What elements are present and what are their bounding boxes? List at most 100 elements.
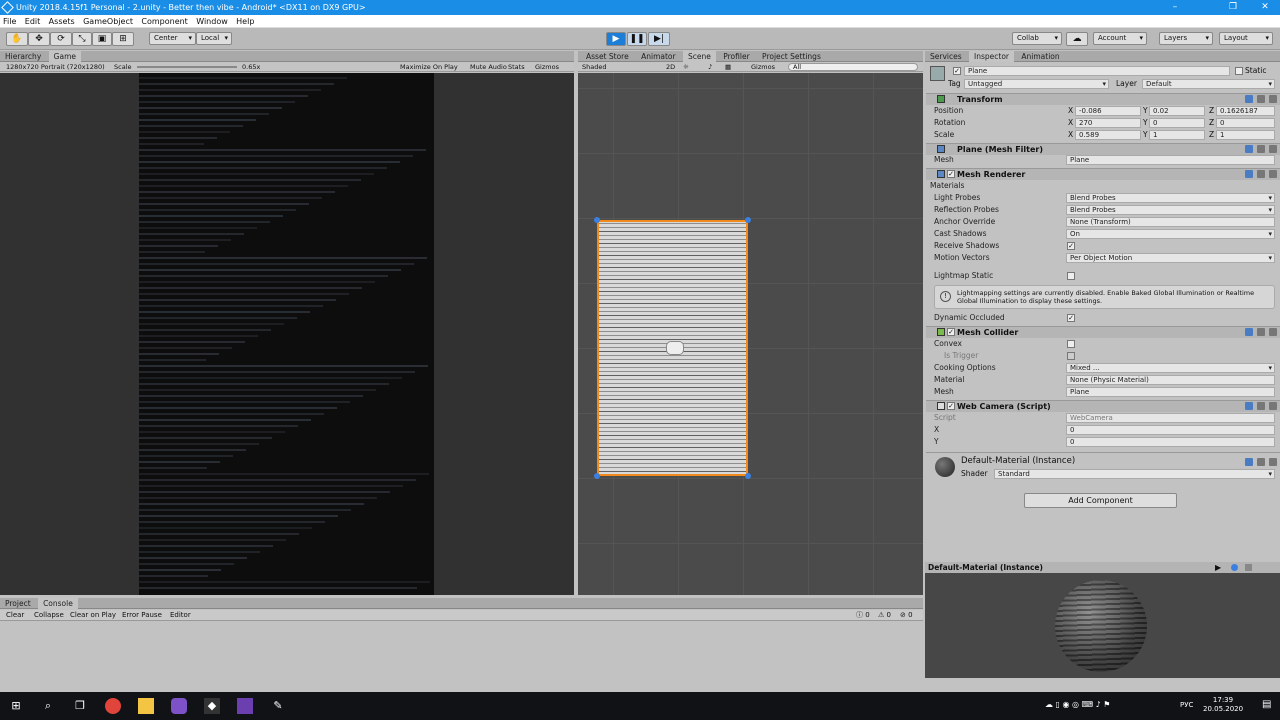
transform-scale-y[interactable]: 1	[1149, 130, 1205, 140]
menu-window[interactable]: Window	[193, 15, 231, 28]
unity-icon[interactable]: ◆	[204, 698, 220, 714]
search-icon[interactable]: ⌕	[40, 698, 56, 714]
shading-dropdown[interactable]: Shaded	[582, 62, 606, 72]
error-count[interactable]: ⊘ 0	[900, 610, 913, 621]
pivot-handle-icon[interactable]	[666, 341, 684, 355]
clear-on-play-button[interactable]: Clear on Play	[70, 610, 116, 621]
start-icon[interactable]: ⊞	[8, 698, 24, 714]
meshrenderer-enabled-checkbox[interactable]: ✓	[947, 170, 955, 178]
dynamic-occluded-checkbox[interactable]: ✓	[1067, 314, 1075, 322]
tag-dropdown[interactable]: Untagged	[964, 79, 1109, 89]
paint-icon[interactable]: ✎	[270, 698, 286, 714]
language-indicator[interactable]: РУС	[1180, 701, 1193, 709]
meshrenderer-header[interactable]: Mesh Renderer	[926, 168, 1280, 180]
meshcollider-header[interactable]: Mesh Collider	[926, 326, 1280, 338]
webcam-header[interactable]: Web Camera (Script)	[926, 400, 1280, 412]
play-button[interactable]: ▶	[606, 32, 626, 46]
menu-assets[interactable]: Assets	[46, 15, 78, 28]
audio-icon[interactable]: ♪	[708, 62, 712, 72]
help-icon[interactable]	[1245, 170, 1253, 178]
tab-project-settings[interactable]: Project Settings	[757, 51, 826, 62]
meshfilter-header[interactable]: Plane (Mesh Filter)	[926, 143, 1280, 155]
meshcollider-enabled-checkbox[interactable]: ✓	[947, 328, 955, 336]
add-component-button[interactable]: Add Component	[1024, 493, 1177, 508]
rect-handle[interactable]	[594, 473, 600, 479]
mesh-field[interactable]: Plane	[1066, 155, 1275, 165]
scale-slider[interactable]	[137, 66, 237, 68]
visual-studio-icon[interactable]	[237, 698, 253, 714]
webcam-x-field[interactable]: 0	[1066, 425, 1275, 435]
stats-toggle[interactable]: Stats	[508, 62, 525, 72]
script-field[interactable]: WebCamera	[1066, 413, 1275, 423]
collider-mesh-field[interactable]: Plane	[1066, 387, 1275, 397]
help-icon[interactable]	[1245, 458, 1253, 466]
rect-handle[interactable]	[594, 217, 600, 223]
cooking-options-dropdown[interactable]: Mixed ...	[1066, 363, 1275, 373]
settings-icon[interactable]	[1269, 402, 1277, 410]
scene-gizmos-dropdown[interactable]: Gizmos	[751, 62, 775, 72]
explorer-icon[interactable]	[138, 698, 154, 714]
collapse-button[interactable]: Collapse	[34, 610, 64, 621]
gizmos-dropdown[interactable]: Gizmos	[535, 62, 559, 72]
preview-sphere[interactable]	[1055, 580, 1147, 672]
light-probes-dropdown[interactable]: Blend Probes	[1066, 193, 1275, 203]
scene-search-input[interactable]: All	[788, 63, 918, 71]
preset-icon[interactable]	[1257, 328, 1265, 336]
preset-icon[interactable]	[1257, 402, 1265, 410]
preset-icon[interactable]	[1257, 458, 1265, 466]
help-icon[interactable]	[1245, 95, 1253, 103]
mute-audio-toggle[interactable]: Mute Audio	[470, 62, 507, 72]
preview-light-icon[interactable]	[1245, 564, 1252, 571]
static-checkbox[interactable]	[1235, 67, 1243, 75]
viber-icon[interactable]	[171, 698, 187, 714]
settings-icon[interactable]	[1269, 145, 1277, 153]
help-icon[interactable]	[1245, 328, 1253, 336]
transform-header[interactable]: Transform	[926, 93, 1280, 105]
transform-position-y[interactable]: 0.02	[1149, 106, 1205, 116]
menu-component[interactable]: Component	[138, 15, 190, 28]
preset-icon[interactable]	[1257, 95, 1265, 103]
close-button[interactable]: ✕	[1250, 0, 1280, 15]
tab-inspector[interactable]: Inspector	[969, 51, 1015, 62]
transform-tool-icon[interactable]: ⊞	[112, 32, 134, 46]
preset-icon[interactable]	[1257, 145, 1265, 153]
convex-checkbox[interactable]	[1067, 340, 1075, 348]
lighting-icon[interactable]: ☼	[683, 62, 689, 72]
hand-tool-icon[interactable]: ✋	[6, 32, 28, 46]
reflection-probes-dropdown[interactable]: Blend Probes	[1066, 205, 1275, 215]
rect-handle[interactable]	[745, 473, 751, 479]
collider-material-field[interactable]: None (Physic Material)	[1066, 375, 1275, 385]
help-icon[interactable]	[1245, 145, 1253, 153]
settings-icon[interactable]	[1269, 328, 1277, 336]
menu-edit[interactable]: Edit	[22, 15, 44, 28]
effects-icon[interactable]: ▦	[725, 62, 731, 72]
transform-scale-x[interactable]: 0.589	[1075, 130, 1141, 140]
space-toggle[interactable]: Local	[196, 32, 232, 45]
motion-vectors-dropdown[interactable]: Per Object Motion	[1066, 253, 1275, 263]
minimize-button[interactable]: –	[1160, 0, 1190, 15]
rotate-tool-icon[interactable]: ⟳	[50, 32, 72, 46]
preset-icon[interactable]	[1257, 170, 1265, 178]
materials-foldout[interactable]: Materials	[930, 181, 964, 191]
move-tool-icon[interactable]: ✥	[28, 32, 50, 46]
tab-console[interactable]: Console	[38, 598, 78, 609]
tab-animator[interactable]: Animator	[636, 51, 680, 62]
is-trigger-checkbox[interactable]	[1067, 352, 1075, 360]
pause-button[interactable]: ❚❚	[627, 32, 647, 46]
rect-tool-icon[interactable]: ▣	[92, 32, 112, 46]
menu-file[interactable]: File	[0, 15, 19, 28]
maximize-button[interactable]: ❐	[1218, 0, 1248, 15]
tray-icons[interactable]: ☁ ▯ ◉ ◎ ⌨ ♪ ⚑	[1045, 700, 1110, 709]
layer-dropdown[interactable]: Default	[1142, 79, 1275, 89]
cast-shadows-dropdown[interactable]: On	[1066, 229, 1275, 239]
pivot-toggle[interactable]: Center	[149, 32, 196, 45]
transform-rotation-x[interactable]: 270	[1075, 118, 1141, 128]
maximize-on-play-toggle[interactable]: Maximize On Play	[400, 62, 458, 72]
error-pause-button[interactable]: Error Pause	[122, 610, 162, 621]
scale-tool-icon[interactable]: ⤡	[72, 32, 92, 46]
chrome-icon[interactable]	[105, 698, 121, 714]
layout-dropdown[interactable]: Layout	[1219, 32, 1273, 45]
receive-shadows-checkbox[interactable]: ✓	[1067, 242, 1075, 250]
settings-icon[interactable]	[1269, 170, 1277, 178]
active-checkbox[interactable]: ✓	[953, 67, 961, 75]
